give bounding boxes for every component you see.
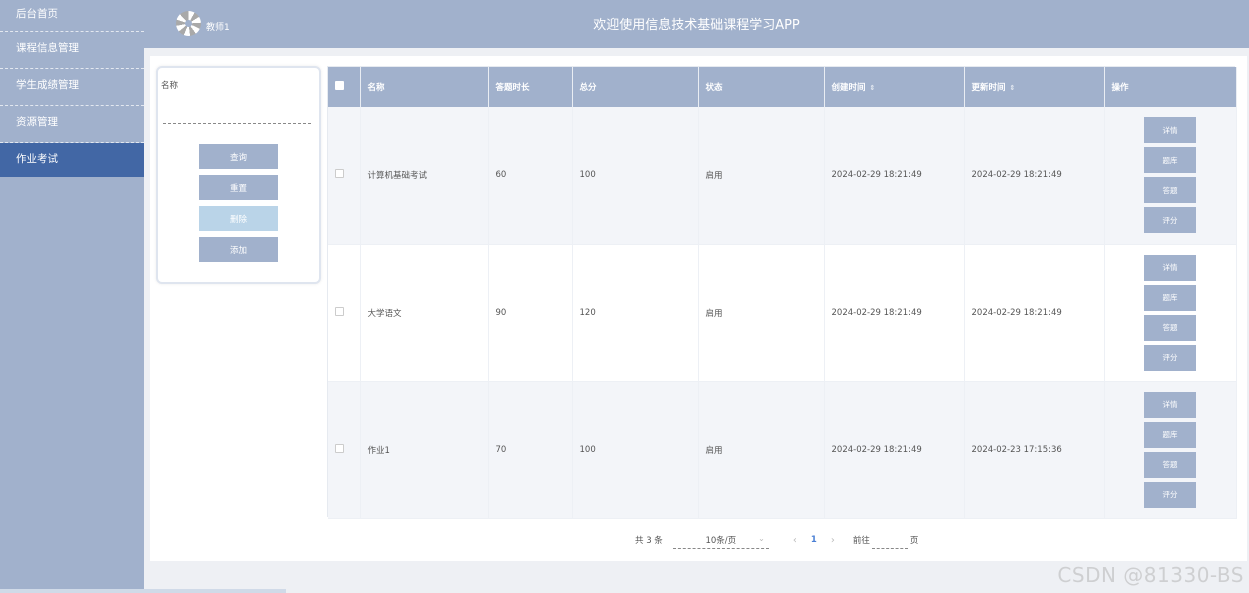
row-select-cell [328, 381, 361, 519]
cell-name: 大学语文 [360, 244, 489, 382]
answer-button[interactable]: 答题 [1144, 177, 1196, 204]
goto-prefix-label: 前往 [852, 536, 870, 546]
next-page-icon[interactable]: › [823, 535, 843, 546]
search-name-input[interactable] [163, 108, 311, 124]
column-header-updated[interactable]: 更新时间 ⇕ [964, 67, 1105, 107]
data-table: 名称 答题时长 总分 状态 创建时间 ⇕ 更新时间 ⇕ 操作 计算机基础考试 60 … [327, 66, 1237, 519]
sidebar-item-homework-exam[interactable]: 作业考试 [0, 143, 144, 177]
detail-button[interactable]: 详情 [1144, 391, 1196, 418]
cell-actions: 详情 题库 答题 评分 [1104, 381, 1237, 519]
cell-status: 启用 [698, 244, 825, 382]
cell-updated: 2024-02-29 18:21:49 [964, 107, 1105, 245]
cell-duration: 90 [488, 244, 573, 382]
grade-button[interactable]: 评分 [1144, 344, 1196, 371]
reset-button[interactable]: 重置 [199, 175, 278, 200]
add-button[interactable]: 添加 [199, 237, 278, 262]
cell-updated: 2024-02-23 17:15:36 [964, 381, 1105, 519]
cell-actions: 详情 题库 答题 评分 [1104, 107, 1237, 245]
search-button-group: 查询 重置 删除 添加 [199, 144, 278, 268]
cell-score: 100 [572, 107, 699, 245]
row-action-group: 详情 题库 答题 评分 [1112, 254, 1236, 371]
cell-duration: 70 [488, 381, 573, 519]
main-content: 名称 查询 重置 删除 添加 名称 答题时长 总分 状态 创建时间 ⇕ 更新时间… [150, 56, 1247, 561]
answer-button[interactable]: 答题 [1144, 314, 1196, 341]
column-header-actions: 操作 [1104, 67, 1237, 107]
cell-status: 启用 [698, 381, 825, 519]
row-checkbox[interactable] [335, 443, 344, 453]
delete-button[interactable]: 删除 [199, 206, 278, 231]
row-checkbox[interactable] [335, 169, 344, 179]
cell-duration: 60 [488, 107, 573, 245]
page-size-value: 10条/页 [705, 535, 737, 546]
sidebar: 后台首页 课程信息管理 学生成绩管理 资源管理 作业考试 [0, 0, 286, 593]
sidebar-item-home[interactable]: 后台首页 [0, 0, 144, 32]
detail-button[interactable]: 详情 [1144, 117, 1196, 144]
cell-status: 启用 [698, 107, 825, 245]
row-select-cell [328, 244, 361, 382]
column-header-score: 总分 [572, 67, 699, 107]
table-row: 计算机基础考试 60 100 启用 2024-02-29 18:21:49 20… [328, 107, 1237, 245]
question-bank-button[interactable]: 题库 [1144, 284, 1196, 311]
sidebar-item-course-info[interactable]: 课程信息管理 [0, 32, 144, 69]
cell-created: 2024-02-29 18:21:49 [824, 244, 965, 382]
app-title: 欢迎使用信息技术基础课程学习APP [593, 18, 800, 33]
prev-page-icon[interactable]: ‹ [785, 535, 805, 546]
search-panel: 名称 查询 重置 删除 添加 [156, 66, 321, 284]
sort-icon[interactable]: ⇕ [1010, 84, 1016, 92]
grade-button[interactable]: 评分 [1144, 481, 1196, 508]
column-header-created[interactable]: 创建时间 ⇕ [824, 67, 965, 107]
sidebar-item-student-grades[interactable]: 学生成绩管理 [0, 69, 144, 106]
cell-name: 作业1 [360, 381, 489, 519]
search-name-label: 名称 [161, 81, 179, 91]
page-number-current[interactable]: 1 [805, 535, 823, 545]
column-header-updated-label: 更新时间 [971, 83, 1006, 93]
grade-button[interactable]: 评分 [1144, 207, 1196, 234]
table-header-row: 名称 答题时长 总分 状态 创建时间 ⇕ 更新时间 ⇕ 操作 [328, 67, 1237, 107]
pagination: 共 3 条 10条/页 ⌄ ‹ 1 › 前往 页 [635, 530, 918, 550]
goto-page-input[interactable] [871, 531, 908, 549]
header: 教师1 欢迎使用信息技术基础课程学习APP [144, 0, 1249, 48]
table-row: 大学语文 90 120 启用 2024-02-29 18:21:49 2024-… [328, 244, 1237, 382]
header-select-all-cell [328, 67, 361, 107]
column-header-created-label: 创建时间 [831, 83, 866, 93]
cell-score: 100 [572, 381, 699, 519]
watermark: CSDN @81330-BS [1057, 563, 1244, 587]
answer-button[interactable]: 答题 [1144, 451, 1196, 478]
select-all-checkbox[interactable] [335, 81, 344, 90]
table-row: 作业1 70 100 启用 2024-02-29 18:21:49 2024-0… [328, 381, 1237, 519]
cell-name: 计算机基础考试 [360, 107, 489, 245]
page-size-select[interactable]: 10条/页 ⌄ [672, 531, 769, 549]
goto-suffix-label: 页 [909, 536, 919, 546]
row-select-cell [328, 107, 361, 245]
sidebar-bottom-bar [0, 589, 286, 593]
cell-actions: 详情 题库 答题 评分 [1104, 244, 1237, 382]
cell-score: 120 [572, 244, 699, 382]
cell-created: 2024-02-29 18:21:49 [824, 107, 965, 245]
column-header-duration: 答题时长 [488, 67, 573, 107]
chevron-down-icon: ⌄ [758, 534, 765, 543]
column-header-status: 状态 [698, 67, 825, 107]
detail-button[interactable]: 详情 [1144, 254, 1196, 281]
column-header-name: 名称 [360, 67, 489, 107]
row-action-group: 详情 题库 答题 评分 [1112, 391, 1236, 508]
sort-icon[interactable]: ⇕ [870, 84, 876, 92]
query-button[interactable]: 查询 [199, 144, 278, 169]
cell-created: 2024-02-29 18:21:49 [824, 381, 965, 519]
sidebar-item-resources[interactable]: 资源管理 [0, 106, 144, 143]
row-action-group: 详情 题库 答题 评分 [1112, 117, 1236, 234]
question-bank-button[interactable]: 题库 [1144, 421, 1196, 448]
question-bank-button[interactable]: 题库 [1144, 147, 1196, 174]
row-checkbox[interactable] [335, 306, 344, 316]
pagination-total: 共 3 条 [635, 536, 663, 546]
cell-updated: 2024-02-29 18:21:49 [964, 244, 1105, 382]
